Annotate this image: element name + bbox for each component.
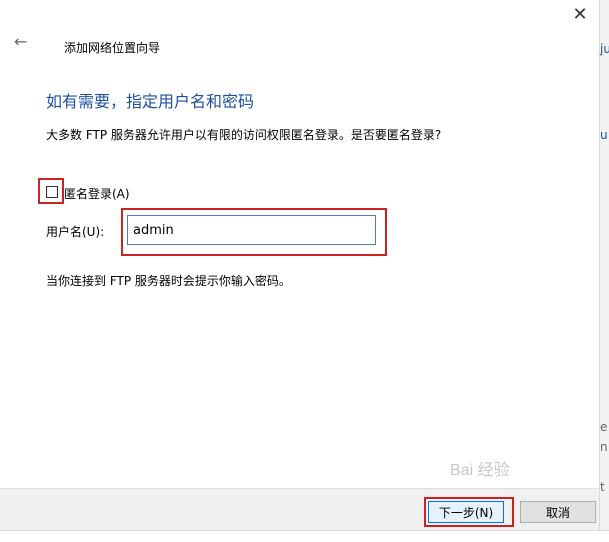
username-input[interactable] [127,215,376,245]
close-icon[interactable]: ✕ [569,4,591,26]
username-label: 用户名(U): [46,225,105,239]
anonymous-checkbox-label[interactable]: 匿名登录(A) [64,185,130,202]
side-fragment-2: u [600,128,608,142]
background-window-strip [0,530,609,542]
page-heading: 如有需要，指定用户名和密码 [46,92,255,111]
back-arrow-icon[interactable]: ← [14,33,32,51]
wizard-title: 添加网络位置向导 [64,41,161,55]
description-text: 大多数 FTP 服务器允许用户以有限的访问权限匿名登录。是否要匿名登录? [46,128,442,142]
side-fragment-1: ju [600,42,609,56]
side-fragment-5: t [600,480,605,494]
side-fragment-4: n [600,440,608,454]
cancel-button[interactable]: 取消 [520,501,596,523]
watermark-logo: Bai 经验 [450,462,510,479]
next-button-highlight [424,497,514,527]
anonymous-checkbox[interactable] [46,186,58,198]
anonymous-checkbox-highlight [38,178,64,204]
background-window-fragment: ju u e n t [600,0,609,541]
side-fragment-3: e [600,420,608,434]
wizard-dialog: ✕ ← 添加网络位置向导 如有需要，指定用户名和密码 大多数 FTP 服务器允许… [0,0,600,531]
password-note: 当你连接到 FTP 服务器时会提示你输入密码。 [46,274,291,288]
